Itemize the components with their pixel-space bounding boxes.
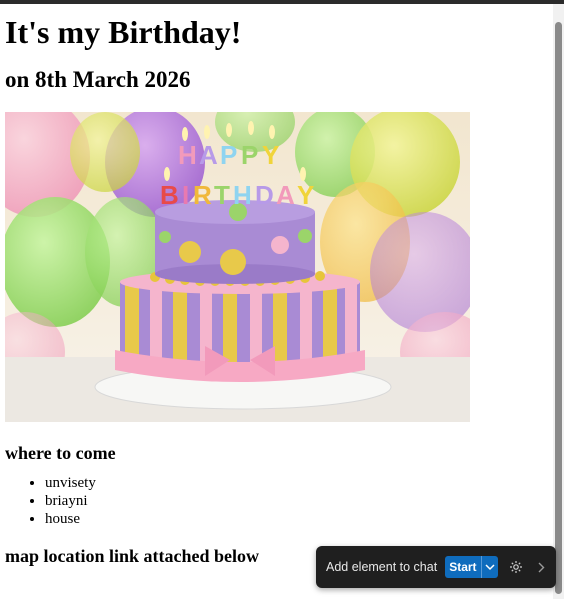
list-item: briayni (45, 492, 553, 510)
add-element-label: Add element to chat (326, 560, 438, 574)
svg-text:A: A (276, 180, 295, 210)
start-dropdown-button[interactable] (482, 556, 498, 578)
chevron-right-icon (538, 562, 545, 572)
svg-text:Y: Y (262, 140, 279, 170)
list-item: house (45, 510, 553, 528)
svg-text:P: P (241, 140, 258, 170)
add-element-toolbar: Add element to chat Start (316, 546, 556, 588)
svg-text:P: P (220, 140, 237, 170)
svg-text:T: T (214, 180, 230, 210)
chevron-down-icon (485, 563, 495, 570)
svg-text:D: D (255, 180, 274, 210)
where-to-come-heading: where to come (5, 443, 116, 463)
places-list: unvisety briayni house (5, 474, 553, 528)
svg-text:A: A (199, 140, 218, 170)
svg-text:H: H (233, 180, 252, 210)
start-split-button: Start (445, 556, 498, 578)
svg-text:Y: Y (297, 180, 314, 210)
event-date: on 8th March 2026 (5, 67, 191, 92)
svg-text:H: H (178, 140, 197, 170)
svg-text:B: B (160, 180, 179, 210)
start-button[interactable]: Start (445, 556, 480, 578)
vertical-scrollbar[interactable] (553, 4, 564, 599)
scrollbar-thumb[interactable] (555, 22, 562, 594)
page-title: It's my Birthday! (5, 14, 242, 50)
birthday-cake-image: H A P P Y B I R T H D A Y (5, 112, 470, 422)
list-item: unvisety (45, 474, 553, 492)
settings-button[interactable] (508, 559, 524, 575)
svg-text:R: R (193, 180, 212, 210)
page-content: It's my Birthday! on 8th March 2026 H A … (5, 4, 553, 567)
gear-icon (509, 561, 522, 573)
expand-button[interactable] (536, 559, 548, 575)
svg-text:I: I (182, 180, 189, 210)
